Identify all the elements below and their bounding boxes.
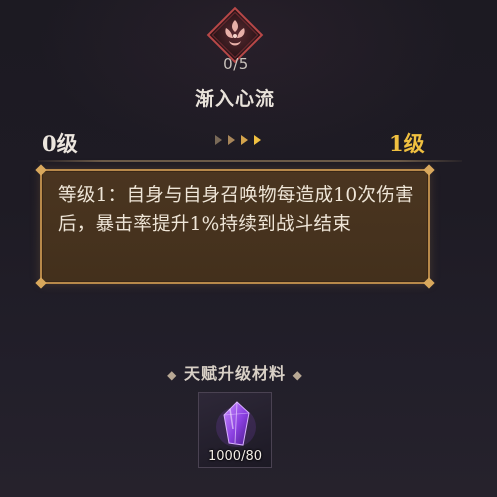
talent-upgrade-panel: 0/5 渐入心流 0级 1级 等级1：自身与自身召唤物每造成10次伤害后，暴击率… xyxy=(0,0,497,497)
talent-title: 渐入心流 xyxy=(194,88,275,110)
level-divider xyxy=(38,160,462,162)
material-item-slot[interactable]: 1000/80 xyxy=(198,392,272,468)
corner-ornament-icon xyxy=(35,164,47,176)
description-box: 等级1：自身与自身召唤物每造成10次伤害后，暴击率提升1%持续到战斗结束 xyxy=(35,164,435,289)
description-text: 等级1：自身与自身召唤物每造成10次伤害后，暴击率提升1%持续到战斗结束 xyxy=(58,185,414,235)
corner-ornament-icon xyxy=(423,164,435,176)
corner-ornament-icon xyxy=(423,277,435,289)
material-count: 1000/80 xyxy=(207,449,262,464)
diamond-ornament-icon: ◆ xyxy=(292,368,303,382)
materials-header: ◆ 天赋升级材料 ◆ xyxy=(150,360,320,384)
current-level-label: 0级 xyxy=(42,131,78,156)
purple-crystal-icon xyxy=(213,399,259,449)
level-arrows-icon xyxy=(213,131,263,149)
corner-ornament-icon xyxy=(35,277,47,289)
next-level-label: 1级 xyxy=(389,131,425,156)
diamond-ornament-icon: ◆ xyxy=(167,368,178,382)
materials-header-label: 天赋升级材料 xyxy=(183,364,286,383)
talent-points: 0/5 xyxy=(223,55,249,73)
